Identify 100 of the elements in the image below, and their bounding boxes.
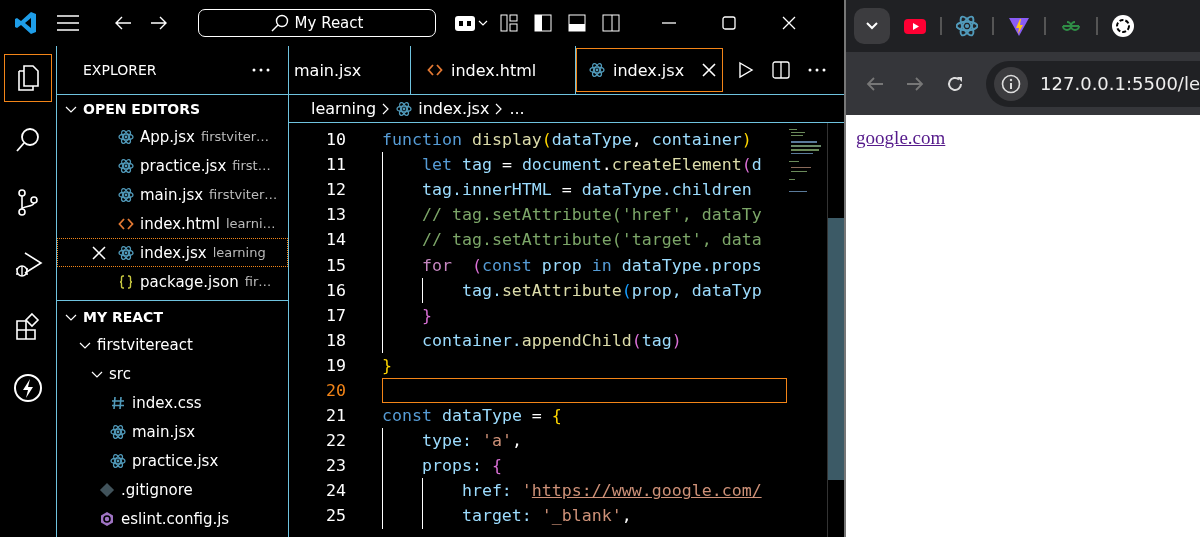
- code-brackets-icon: [427, 62, 443, 78]
- address-bar[interactable]: 127.0.0.1:5500/le: [986, 60, 1200, 107]
- link[interactable]: google.com: [856, 127, 946, 148]
- file-name: index.html: [140, 214, 220, 233]
- editor-tab[interactable]: index.jsx: [576, 48, 723, 92]
- file-path: first…: [232, 158, 271, 173]
- chevron-down-icon: [866, 22, 879, 30]
- braces-icon: [118, 273, 134, 290]
- activity-bar-button[interactable]: [4, 54, 52, 102]
- close-icon: [702, 63, 716, 77]
- code-text: // tag.setAttribute('href', dataTy: [421, 205, 762, 225]
- line-number: 18: [325, 330, 346, 350]
- react-icon: [589, 62, 605, 78]
- file-item[interactable]: main.jsx: [57, 417, 288, 446]
- file-item[interactable]: eslint.config.js: [57, 504, 288, 533]
- robot-icon[interactable]: [454, 13, 476, 33]
- line-number: 22: [325, 431, 346, 451]
- search-icon: [270, 14, 289, 32]
- editor-logo-icon[interactable]: [14, 11, 38, 35]
- close-icon[interactable]: [782, 16, 796, 30]
- react-icon: [110, 423, 126, 440]
- minimap-drawing: [787, 127, 824, 193]
- open-editor-item[interactable]: package.json fir…: [57, 267, 288, 296]
- code-text: container.appendChild(tag): [421, 330, 682, 350]
- menu-icon[interactable]: [56, 14, 80, 32]
- section-header[interactable]: OPEN EDITORS: [57, 95, 288, 122]
- split-editor-icon[interactable]: [772, 61, 790, 79]
- line-number: 16: [325, 280, 346, 300]
- panel-bottom-icon[interactable]: [568, 14, 586, 32]
- line-number: 25: [325, 506, 346, 526]
- breadcrumb-item[interactable]: learning: [311, 99, 377, 118]
- file-item[interactable]: .gitignore: [57, 475, 288, 504]
- breadcrumb-item[interactable]: ...: [509, 99, 525, 118]
- file-name: App.jsx: [140, 127, 195, 146]
- line-number: 13: [325, 205, 346, 225]
- scrollbar-thumb[interactable]: [828, 218, 845, 480]
- open-editor-item[interactable]: index.html learni…: [57, 209, 288, 238]
- maximize-icon[interactable]: [722, 16, 736, 30]
- code-text: props: {: [421, 456, 502, 476]
- react-icon: [110, 452, 126, 469]
- sidebar-right-icon[interactable]: [602, 14, 620, 32]
- line-number: 12: [325, 180, 346, 200]
- file-item[interactable]: practice.jsx: [57, 446, 288, 475]
- open-editor-item[interactable]: practice.jsx first…: [57, 151, 288, 180]
- code-text: target: '_blank',: [461, 506, 632, 526]
- lightning-triangle-icon[interactable]: [1008, 15, 1031, 37]
- open-editor-item[interactable]: index.jsx learning: [57, 238, 288, 267]
- code-text: type: 'a',: [421, 431, 522, 451]
- tab-search-button[interactable]: [854, 8, 891, 44]
- open-editor-item[interactable]: main.jsx firstviter…: [57, 180, 288, 209]
- lightning-bolt-icon: [13, 373, 43, 403]
- line-number: 10: [325, 130, 346, 150]
- file-path: learni…: [226, 216, 276, 231]
- hexagon-icon: [99, 510, 115, 527]
- line-number: 15: [325, 255, 346, 275]
- file-name: practice.jsx: [140, 156, 227, 175]
- caret-down-icon[interactable]: [478, 19, 488, 27]
- line-number: 19: [325, 355, 346, 375]
- react-icon: [118, 186, 134, 203]
- reload-icon[interactable]: [946, 74, 965, 93]
- react-icon: [118, 157, 134, 174]
- code-text: }: [382, 355, 392, 375]
- atom-icon[interactable]: [956, 15, 979, 37]
- code-text: let tag = document.createElement(d: [421, 155, 762, 175]
- run-icon[interactable]: [738, 61, 754, 79]
- react-icon: [118, 128, 134, 145]
- file-name: index.jsx: [140, 243, 207, 262]
- file-path: firstviter…: [209, 187, 278, 202]
- file-name: main.jsx: [140, 185, 204, 204]
- line-number: 20: [325, 381, 346, 400]
- search-field[interactable]: My React: [198, 9, 436, 37]
- hash-icon: [110, 394, 126, 411]
- code-text: for (const prop in dataType.props: [421, 255, 762, 275]
- code-text: tag.setAttribute(prop, dataTyp: [461, 280, 762, 300]
- code-text: const dataType = {: [382, 406, 562, 426]
- more-icon[interactable]: [252, 68, 270, 72]
- layout-grid-icon[interactable]: [500, 14, 518, 32]
- line-number: 23: [325, 456, 346, 476]
- file-item[interactable]: index.css: [57, 388, 288, 417]
- chevron-right-icon: [382, 102, 391, 115]
- code-text: href: 'https://www.google.com/: [461, 481, 762, 501]
- info-icon[interactable]: [1001, 73, 1022, 94]
- line-number: 11: [325, 155, 346, 175]
- file-path: fir…: [244, 274, 272, 289]
- line-number: 21: [325, 406, 346, 426]
- sidebar-title: EXPLORER: [83, 62, 157, 78]
- chevron-right-icon: [495, 102, 504, 115]
- sidebar-left-icon[interactable]: [534, 14, 552, 32]
- folder-item[interactable]: src: [57, 359, 288, 388]
- close-icon[interactable]: [92, 246, 106, 260]
- line-number: 14: [325, 230, 346, 250]
- folder-item[interactable]: firstvitereact: [57, 330, 288, 359]
- more-icon[interactable]: [808, 68, 826, 72]
- section-header[interactable]: MY REACT: [57, 303, 288, 330]
- code-text: // tag.setAttribute('target', data: [421, 230, 762, 250]
- file-path: learning: [212, 245, 266, 260]
- open-editor-item[interactable]: App.jsx firstviter…: [57, 122, 288, 151]
- breadcrumb-item[interactable]: index.jsx: [418, 99, 490, 118]
- play-bug-icon: [13, 249, 43, 279]
- line-number: 17: [325, 305, 346, 325]
